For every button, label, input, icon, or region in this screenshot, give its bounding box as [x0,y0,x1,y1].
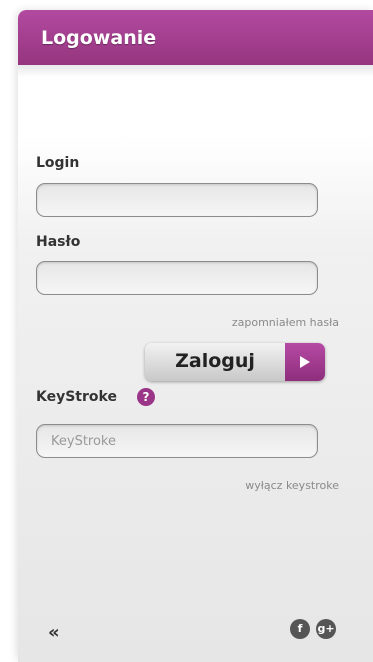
login-label: Login [36,155,80,171]
password-input[interactable] [36,261,318,295]
login-button[interactable]: Zaloguj [145,343,325,381]
panel-body-wrap [18,10,373,662]
password-label: Hasło [36,234,81,250]
facebook-icon[interactable]: f [290,619,310,639]
double-chevron-left-icon[interactable]: « [48,622,60,643]
help-icon[interactable]: ? [137,388,155,406]
login-button-label: Zaloguj [175,350,255,372]
arrow-right-icon [285,343,325,381]
login-input[interactable] [36,183,318,217]
keystroke-input[interactable] [36,424,318,458]
forgot-password-link[interactable]: zapomniałem hasła [232,316,339,329]
google-plus-icon[interactable]: g+ [316,619,336,639]
keystroke-label: KeyStroke [36,389,117,405]
disable-keystroke-link[interactable]: wyłącz keystroke [245,479,339,492]
